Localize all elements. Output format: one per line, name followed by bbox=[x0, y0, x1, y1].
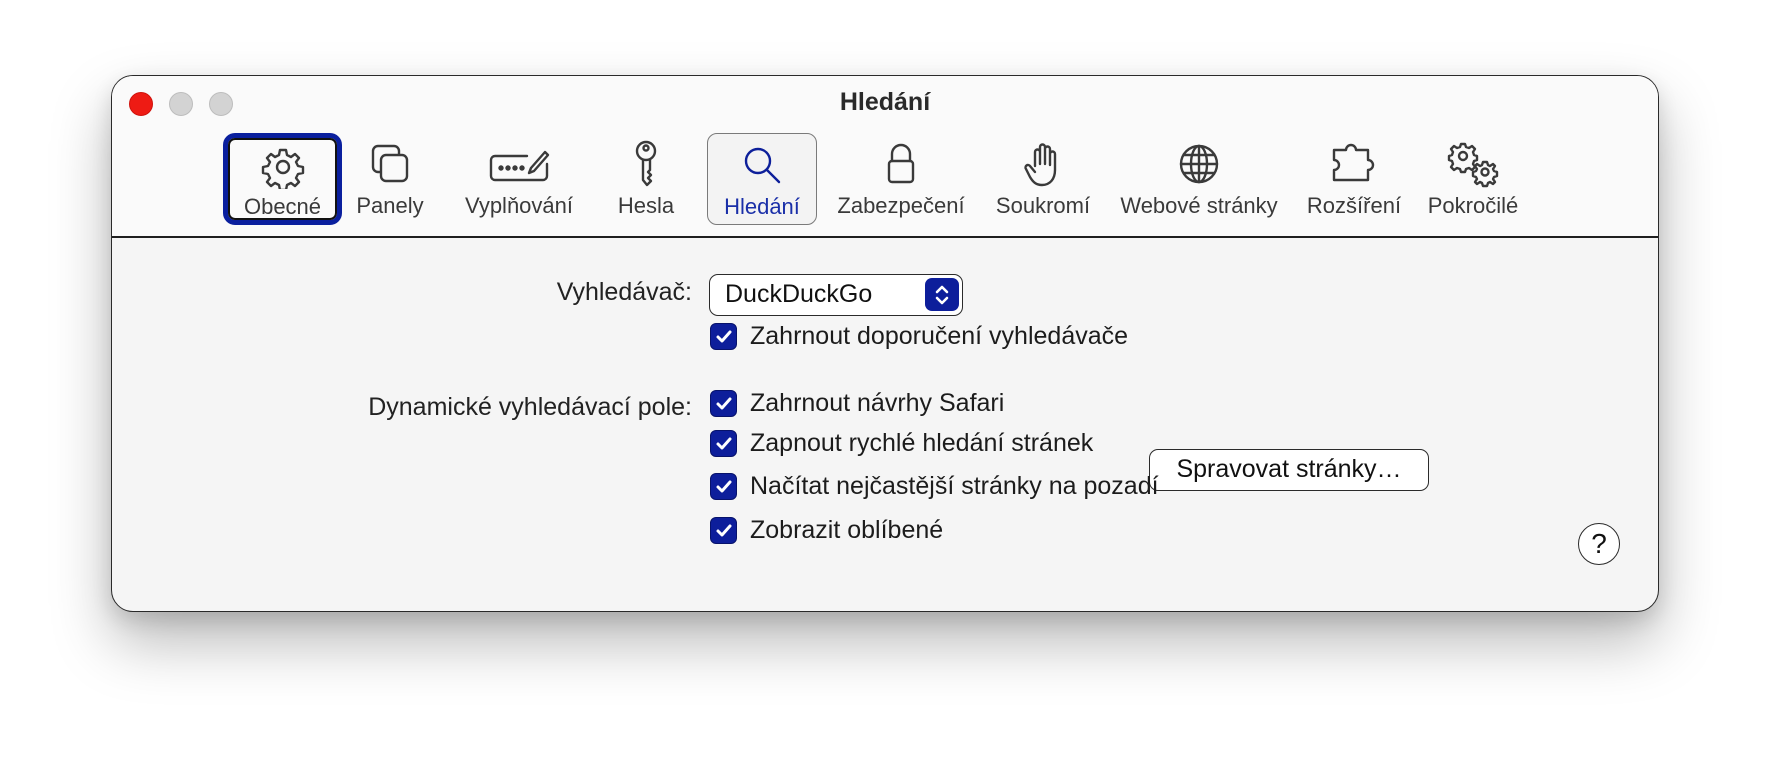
globe-icon bbox=[1177, 137, 1221, 191]
checkmark-icon bbox=[710, 323, 737, 350]
magnifier-icon bbox=[740, 138, 784, 192]
chevron-up-down-icon bbox=[925, 278, 959, 311]
tab-label: Webové stránky bbox=[1120, 193, 1278, 218]
hand-icon bbox=[1023, 137, 1063, 191]
key-icon bbox=[628, 137, 664, 191]
quick-website-search-checkbox[interactable]: Zapnout rychlé hledání stránek bbox=[710, 429, 1093, 458]
tab-label: Obecné bbox=[243, 194, 322, 219]
tab-tabs[interactable]: Panely bbox=[350, 133, 430, 225]
tabs-icon bbox=[368, 137, 412, 191]
tab-advanced[interactable]: Pokročilé bbox=[1418, 133, 1528, 225]
checkbox-label: Zahrnout návrhy Safari bbox=[750, 389, 1005, 417]
checkmark-icon bbox=[710, 517, 737, 544]
tab-search[interactable]: Hledání bbox=[707, 133, 817, 225]
show-favorites-checkbox[interactable]: Zobrazit oblíbené bbox=[710, 516, 943, 545]
window-title: Hledání bbox=[839, 88, 931, 116]
smart-search-field-label: Dynamické vyhledávací pole: bbox=[368, 393, 692, 421]
tab-general[interactable]: Obecné bbox=[223, 133, 342, 225]
help-button[interactable]: ? bbox=[1578, 523, 1620, 565]
autofill-icon bbox=[487, 137, 551, 191]
checkbox-label: Načítat nejčastější stránky na pozadí bbox=[750, 472, 1159, 500]
tab-websites[interactable]: Webové stránky bbox=[1112, 133, 1286, 225]
tab-privacy[interactable]: Soukromí bbox=[988, 133, 1098, 225]
tab-passwords[interactable]: Hesla bbox=[611, 133, 681, 225]
manage-websites-button[interactable]: Spravovat stránky… bbox=[1149, 449, 1429, 491]
search-engine-label: Vyhledávač: bbox=[556, 278, 692, 306]
tab-label: Hesla bbox=[617, 193, 675, 218]
lock-icon bbox=[881, 137, 921, 191]
preferences-window: Hledání Obecné Panely Vyplňování Hesla H… bbox=[111, 75, 1659, 612]
tab-security[interactable]: Zabezpečení bbox=[828, 133, 974, 225]
tab-label: Vyplňování bbox=[464, 193, 574, 218]
checkmark-icon bbox=[710, 390, 737, 417]
tab-label: Rozšíření bbox=[1306, 193, 1402, 218]
tab-label: Pokročilé bbox=[1427, 193, 1519, 218]
engine-suggestions-checkbox[interactable]: Zahrnout doporučení vyhledávače bbox=[710, 322, 1128, 351]
tab-label: Zabezpečení bbox=[837, 193, 965, 218]
tab-extensions[interactable]: Rozšíření bbox=[1302, 133, 1406, 225]
tab-label: Panely bbox=[356, 193, 424, 218]
safari-suggestions-checkbox[interactable]: Zahrnout návrhy Safari bbox=[710, 389, 1004, 418]
gears-icon bbox=[1445, 137, 1501, 191]
search-engine-value: DuckDuckGo bbox=[725, 280, 873, 308]
checkmark-icon bbox=[710, 430, 737, 457]
search-settings-pane: Vyhledávač: DuckDuckGo Zahrnout doporuče… bbox=[112, 238, 1658, 611]
checkbox-label: Zahrnout doporučení vyhledávače bbox=[750, 322, 1129, 350]
puzzle-icon bbox=[1328, 137, 1380, 191]
toolbar: Hledání Obecné Panely Vyplňování Hesla H… bbox=[112, 76, 1658, 238]
checkbox-label: Zapnout rychlé hledání stránek bbox=[750, 429, 1094, 457]
tab-label: Hledání bbox=[724, 194, 800, 219]
gear-icon bbox=[261, 142, 305, 192]
tab-label: Soukromí bbox=[995, 193, 1091, 218]
tab-autofill[interactable]: Vyplňování bbox=[449, 133, 589, 225]
search-engine-select[interactable]: DuckDuckGo bbox=[709, 274, 963, 316]
preload-top-hit-checkbox[interactable]: Načítat nejčastější stránky na pozadí bbox=[710, 472, 1159, 501]
checkmark-icon bbox=[710, 473, 737, 500]
checkbox-label: Zobrazit oblíbené bbox=[750, 516, 944, 544]
